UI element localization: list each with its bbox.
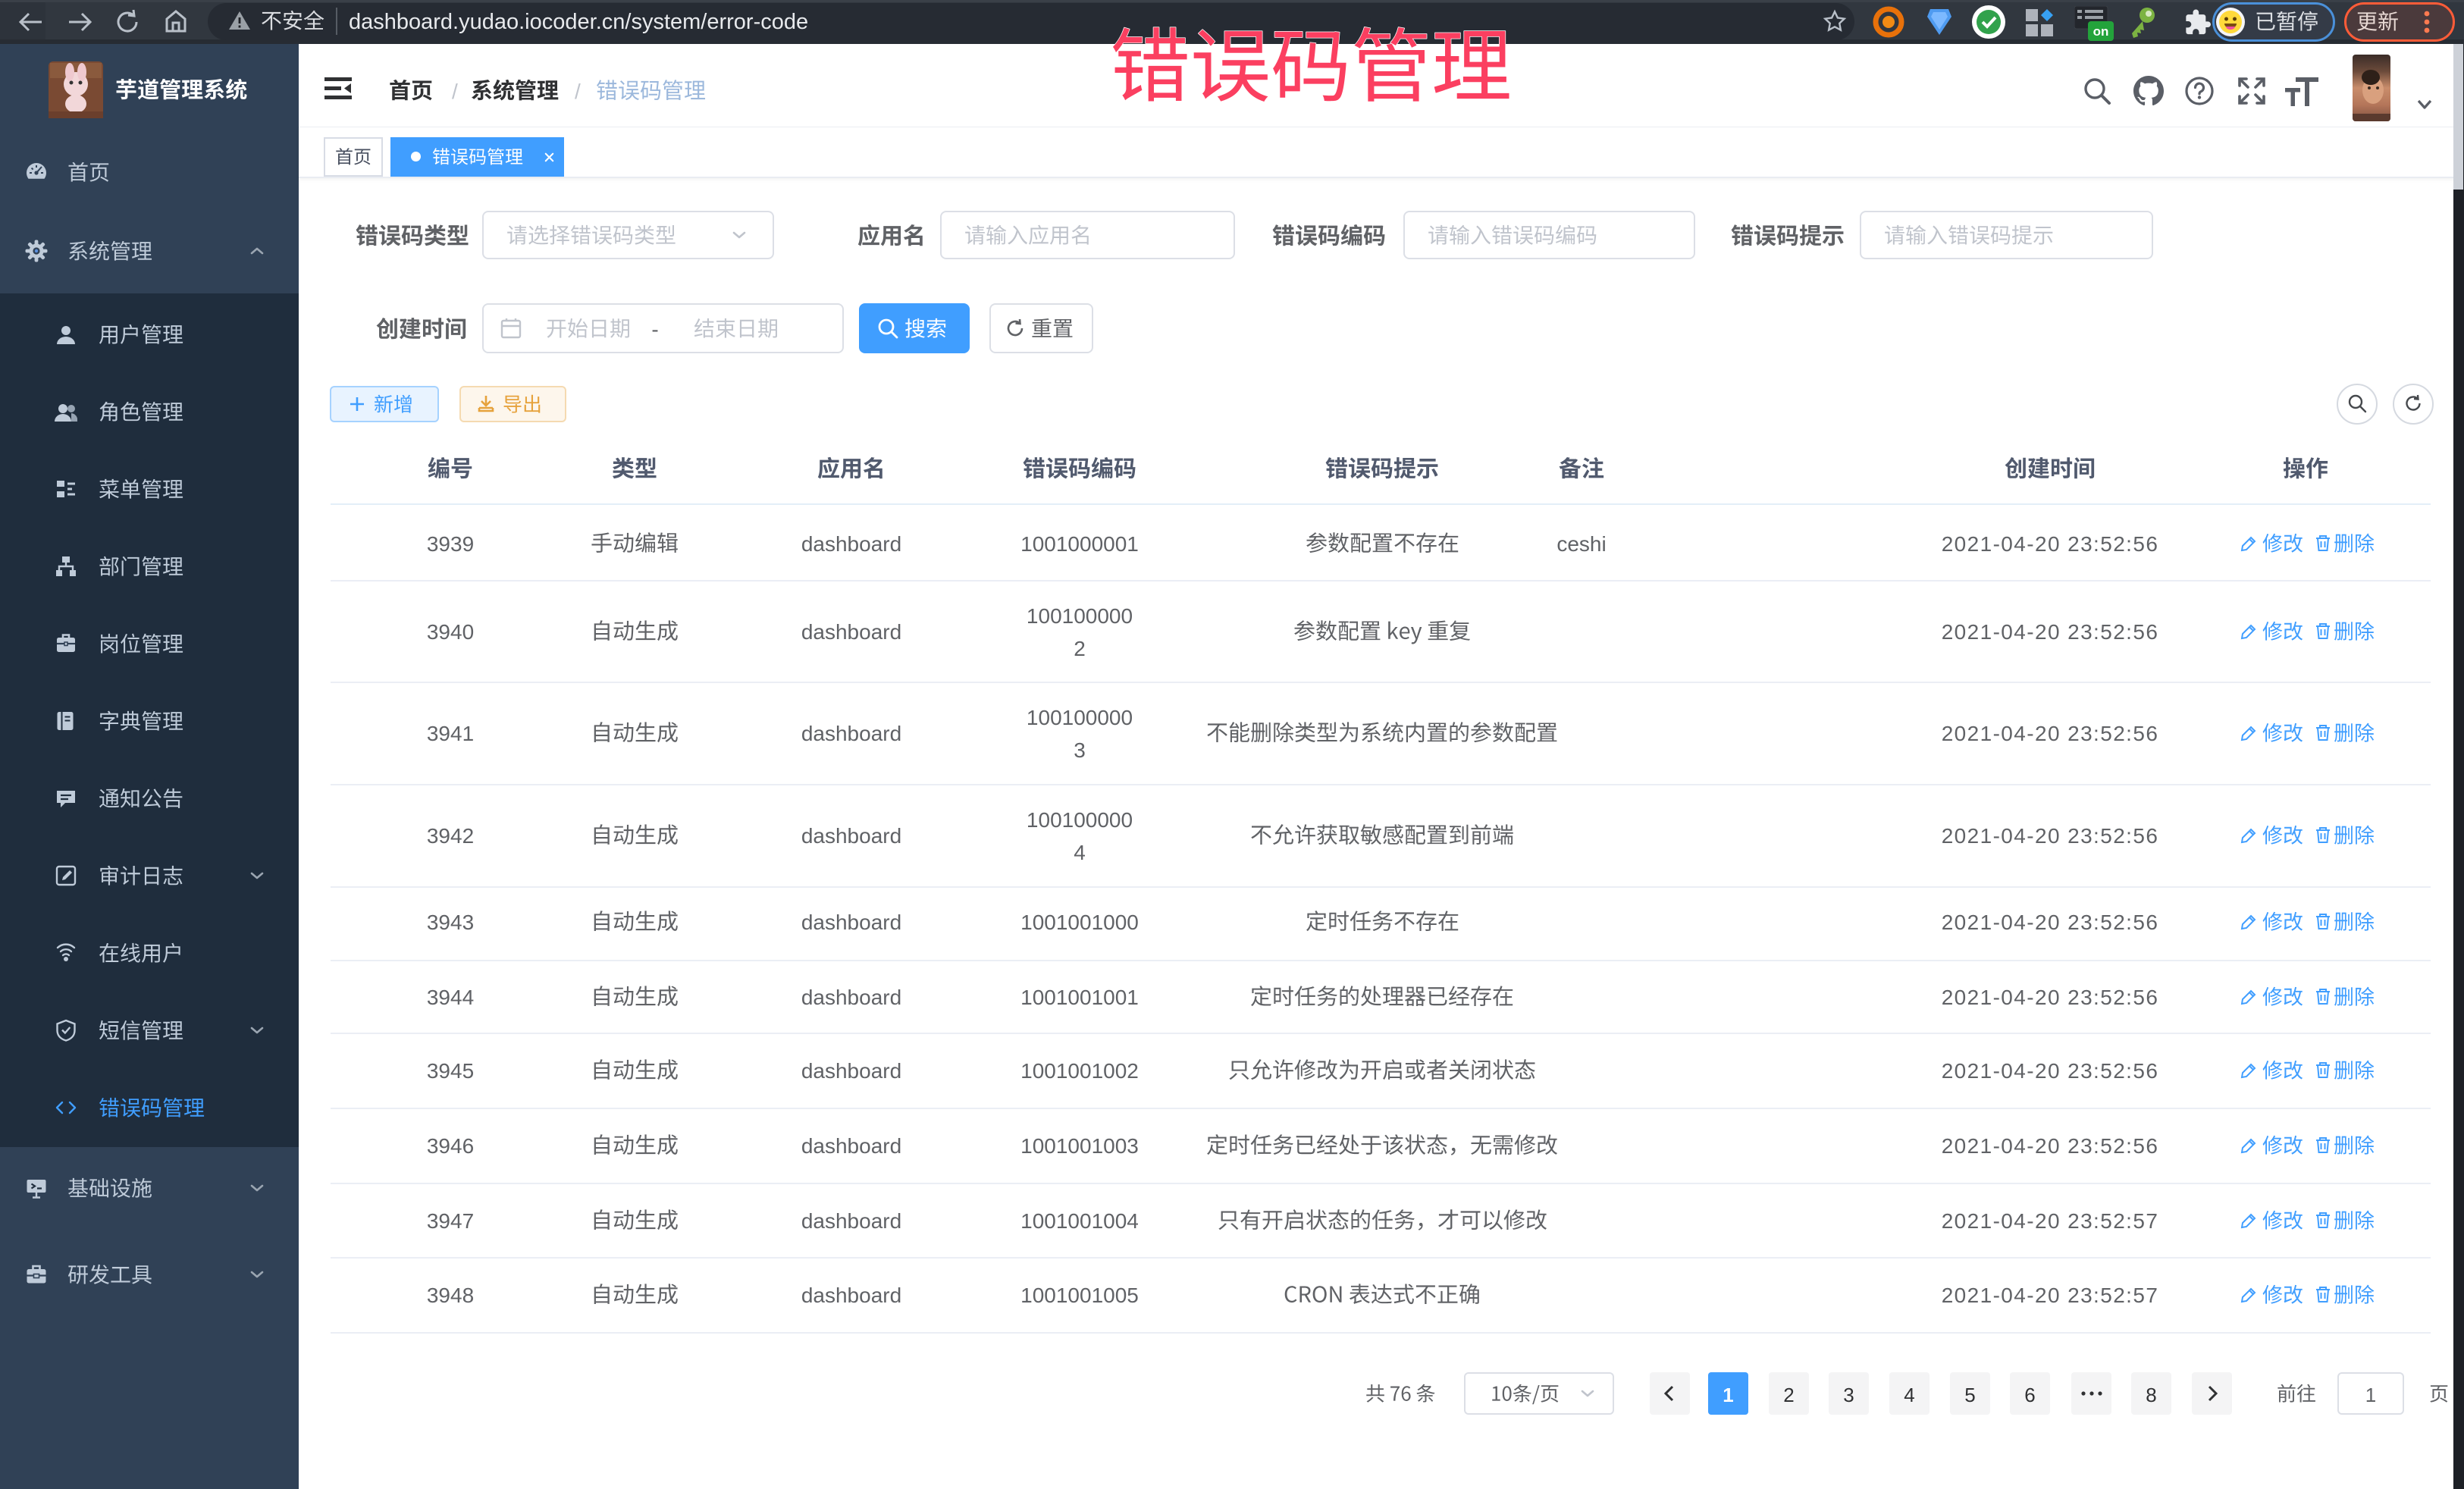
svg-text:on: on	[2093, 24, 2109, 39]
